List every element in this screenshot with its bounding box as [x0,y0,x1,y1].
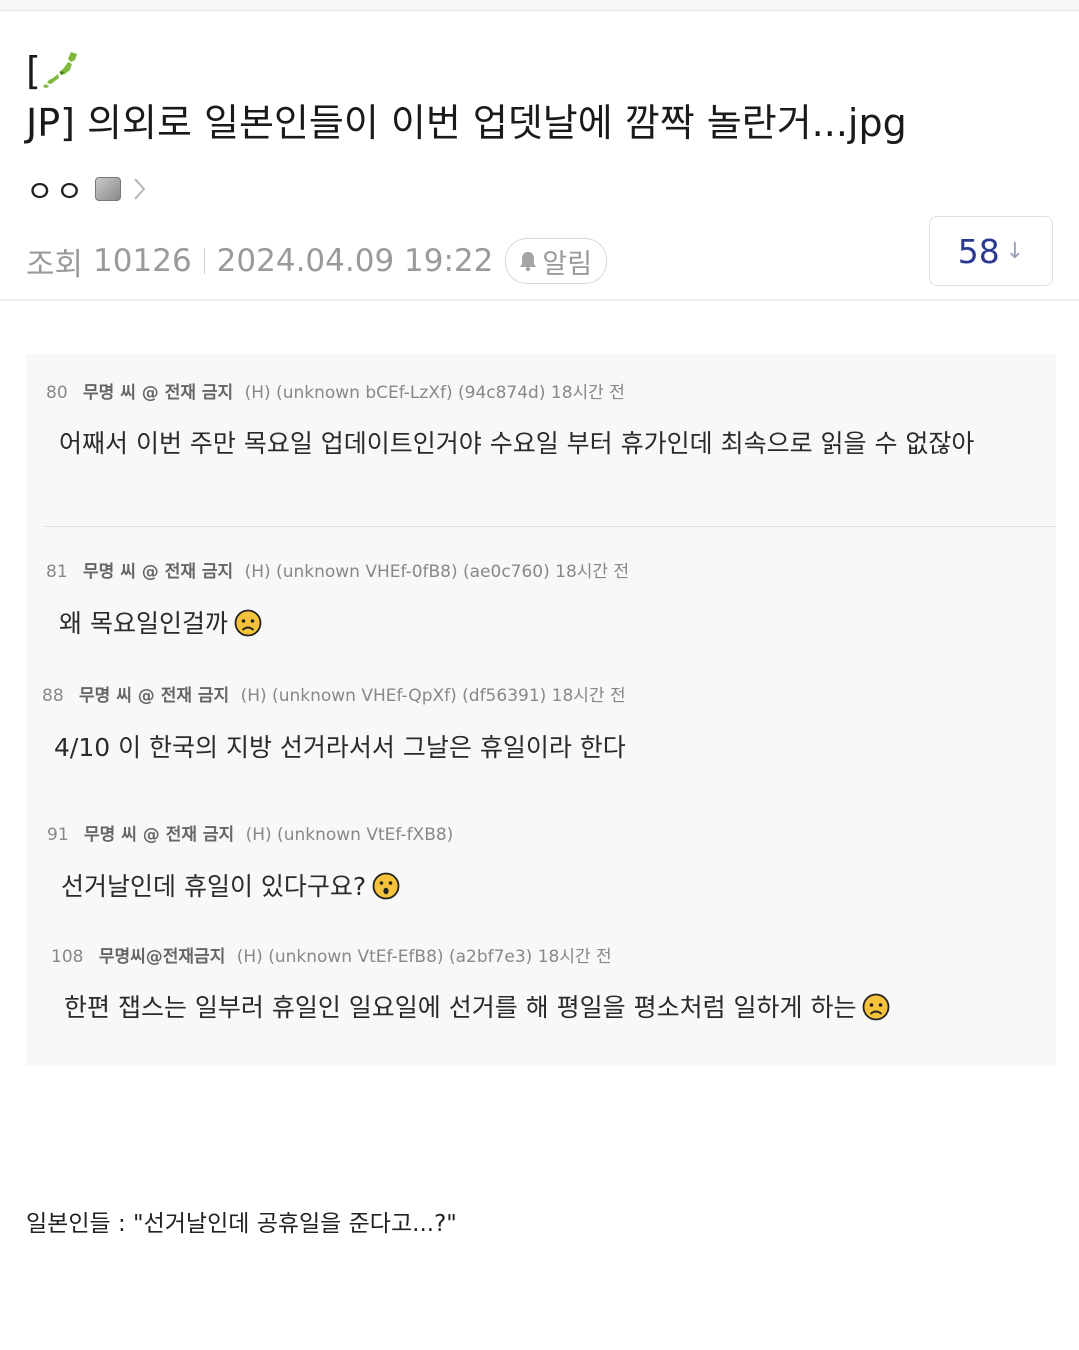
comment-info: (H) (unknown VtEf-fXB8) [245,825,454,845]
sad-face-icon [234,609,262,637]
views-count: 10126 [93,243,192,279]
post-datetime: 2024.04.09 19:22 [216,243,494,279]
views-label: 조회 [26,246,84,283]
comment-text: 왜 목요일인걸까 [59,604,262,640]
comment-meta: 81 무명 씨 @ 전재 금지 (H) (unknown VHEf-0fB8) … [46,557,629,582]
title-text: JP] 의외로 일본인들이 이번 업뎃날에 깜짝 놀란거...jpg [26,101,907,145]
comment-number: 88 [42,686,64,706]
top-bar [0,0,1079,11]
title-prefix: [ [26,49,41,93]
comment-divider [45,526,1056,527]
japan-map-icon [42,52,77,88]
author-row[interactable]: ㅇㅇ [26,171,149,210]
alarm-label: 알림 [542,248,593,280]
meta-divider [203,248,205,274]
comment-info: (H) (unknown VtEf-EfB8) (a2bf7e3) 18시간 전 [236,947,612,967]
comment-number: 81 [46,562,68,582]
alarm-button[interactable]: 알림 [505,238,608,284]
header-divider [0,299,1079,301]
recommend-count: 58 [957,231,1000,271]
comment-nick: 무명 씨 @ 전재 금지 [84,825,235,845]
quoted-comments-image: 80 무명 씨 @ 전재 금지 (H) (unknown bCEf-LzXf) … [26,354,1056,1066]
sad-face-icon [863,993,890,1021]
comment-info: (H) (unknown bCEf-LzXf) (94c874d) 18시간 전 [244,383,625,403]
comment-nick: 무명씨@전재금지 [98,947,226,967]
post-body-text: 일본인들 : "선거날인데 공휴일을 준다고...?" [26,1211,457,1237]
comment-nick: 무명 씨 @ 전재 금지 [79,686,230,706]
user-level-icon [95,177,122,201]
post-meta: 조회 10126 2024.04.09 19:22 알림 [26,233,608,289]
comment-meta: 88 무명 씨 @ 전재 금지 (H) (unknown VHEf-QpXf) … [42,681,626,706]
comment-text: 4/10 이 한국의 지방 선거라서서 그날은 휴일이라 한다 [54,733,626,762]
recommend-button[interactable]: 58 ↓ [929,216,1053,286]
comment-text: 어째서 이번 주만 목요일 업데이트인거야 수요일 부터 휴가인데 최속으로 읽… [59,429,975,458]
comment-info: (H) (unknown VHEf-QpXf) (df56391) 18시간 전 [240,686,626,706]
comment-text: 선거날인데 휴일이 있다구요? [61,867,400,903]
comment-number: 80 [46,383,68,403]
comment-meta: 108 무명씨@전재금지 (H) (unknown VtEf-EfB8) (a2… [51,942,612,967]
surprised-face-icon [372,872,400,900]
comment-number: 108 [51,947,84,967]
comment-number: 91 [47,825,69,845]
post-title: [ JP] 의외로 일본인들이 이번 업뎃날에 깜짝 놀란거...jpg [26,45,1056,149]
comment-meta: 91 무명 씨 @ 전재 금지 (H) (unknown VtEf-fXB8) [47,820,453,845]
author-name[interactable]: ㅇㅇ [26,167,85,211]
post-header: [ JP] 의외로 일본인들이 이번 업뎃날에 깜짝 놀란거...jpg ㅇㅇ … [0,11,1079,300]
comment-nick: 무명 씨 @ 전재 금지 [83,383,234,403]
down-arrow-icon: ↓ [1005,238,1025,264]
comment-meta: 80 무명 씨 @ 전재 금지 (H) (unknown bCEf-LzXf) … [46,378,625,403]
comment-info: (H) (unknown VHEf-0fB8) (ae0c760) 18시간 전 [244,562,630,582]
comment-nick: 무명 씨 @ 전재 금지 [83,562,234,582]
comment-text: 한편 잽스는 일부러 휴일인 일요일에 선거를 해 평일을 평소처럼 일하게 하… [64,988,890,1024]
chevron-right-icon[interactable] [131,174,149,204]
bell-icon [520,252,537,272]
